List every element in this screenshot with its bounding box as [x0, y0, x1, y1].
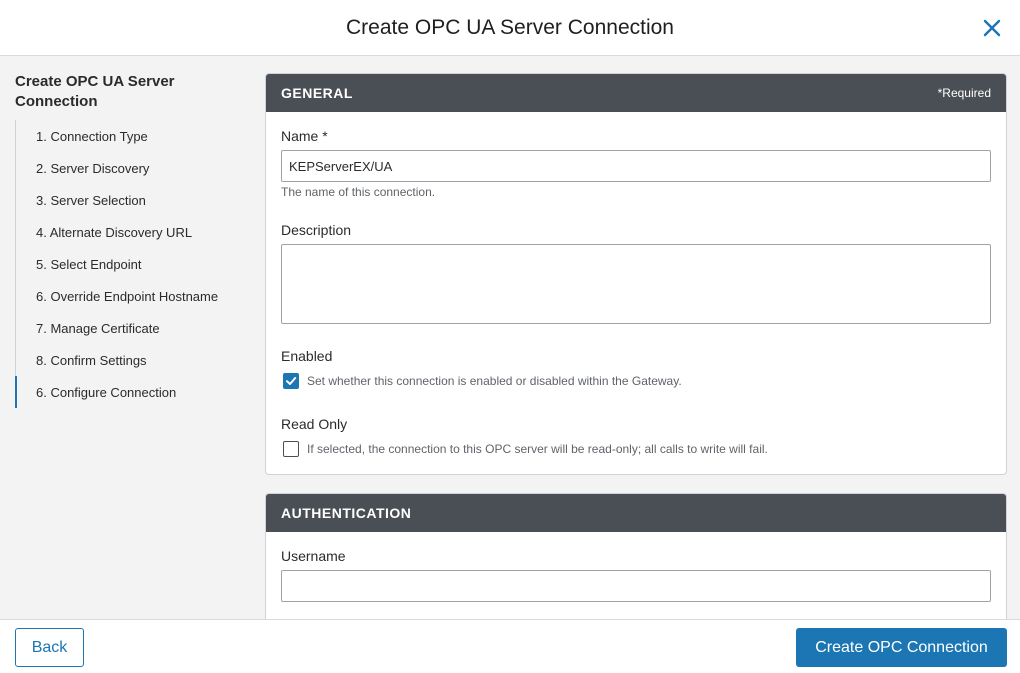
- close-button[interactable]: [978, 14, 1006, 42]
- enabled-help: Set whether this connection is enabled o…: [307, 374, 682, 388]
- general-panel-header: GENERAL *Required: [266, 74, 1006, 112]
- authentication-panel-header: AUTHENTICATION: [266, 494, 1006, 532]
- required-note: *Required: [937, 86, 991, 100]
- general-heading: GENERAL: [281, 85, 353, 101]
- username-input[interactable]: [281, 570, 991, 602]
- step-confirm-settings[interactable]: 8. Confirm Settings: [15, 344, 240, 376]
- wizard-sidebar: Create OPC UA Server Connection 1. Conne…: [0, 56, 250, 619]
- authentication-panel: AUTHENTICATION Username: [265, 493, 1007, 619]
- create-connection-button[interactable]: Create OPC Connection: [796, 628, 1007, 667]
- dialog-title: Create OPC UA Server Connection: [346, 15, 674, 39]
- step-configure-connection[interactable]: 6. Configure Connection: [15, 376, 240, 408]
- enabled-checkbox[interactable]: [283, 373, 299, 389]
- authentication-heading: AUTHENTICATION: [281, 505, 412, 521]
- step-connection-type[interactable]: 1. Connection Type: [15, 120, 240, 152]
- enabled-label: Enabled: [281, 348, 333, 364]
- sidebar-title: Create OPC UA Server Connection: [15, 73, 175, 110]
- username-label: Username: [281, 548, 346, 564]
- wizard-steps: 1. Connection Type 2. Server Discovery 3…: [15, 120, 240, 408]
- close-icon: [983, 19, 1001, 37]
- dialog-footer: Back Create OPC Connection: [0, 619, 1020, 673]
- dialog-header: Create OPC UA Server Connection: [0, 0, 1020, 56]
- description-label: Description: [281, 222, 352, 238]
- step-alternate-discovery-url[interactable]: 4. Alternate Discovery URL: [15, 216, 240, 248]
- name-help: The name of this connection.: [281, 185, 436, 199]
- readonly-checkbox[interactable]: [283, 441, 299, 457]
- step-select-endpoint[interactable]: 5. Select Endpoint: [15, 248, 240, 280]
- main-content[interactable]: GENERAL *Required Name * KEPServerEX/UA …: [250, 56, 1020, 619]
- back-button[interactable]: Back: [15, 628, 84, 667]
- step-manage-certificate[interactable]: 7. Manage Certificate: [15, 312, 240, 344]
- step-server-selection[interactable]: 3. Server Selection: [15, 184, 240, 216]
- enabled-row: Set whether this connection is enabled o…: [283, 373, 682, 389]
- general-panel: GENERAL *Required Name * KEPServerEX/UA …: [265, 73, 1007, 475]
- step-server-discovery[interactable]: 2. Server Discovery: [15, 152, 240, 184]
- readonly-help: If selected, the connection to this OPC …: [307, 442, 768, 456]
- readonly-row: If selected, the connection to this OPC …: [283, 441, 768, 457]
- description-textarea[interactable]: [281, 244, 991, 324]
- step-override-endpoint-hostname[interactable]: 6. Override Endpoint Hostname: [15, 280, 240, 312]
- name-label: Name *: [281, 128, 328, 144]
- readonly-label: Read Only: [281, 416, 348, 432]
- name-input[interactable]: KEPServerEX/UA: [281, 150, 991, 182]
- checkmark-icon: [286, 377, 297, 385]
